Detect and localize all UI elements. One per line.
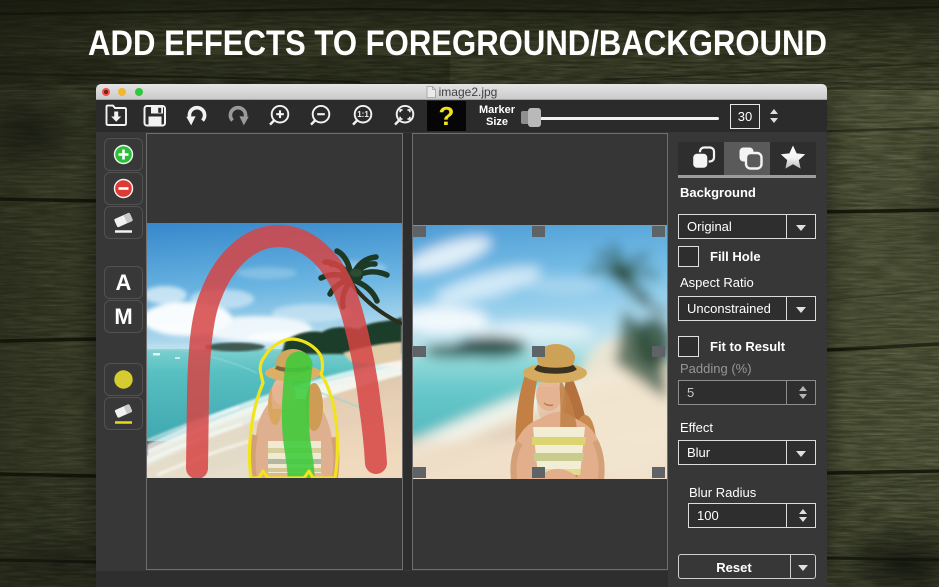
svg-text:M: M [114,304,132,329]
svg-text:A: A [116,270,132,295]
svg-text:1:1: 1:1 [357,110,369,119]
